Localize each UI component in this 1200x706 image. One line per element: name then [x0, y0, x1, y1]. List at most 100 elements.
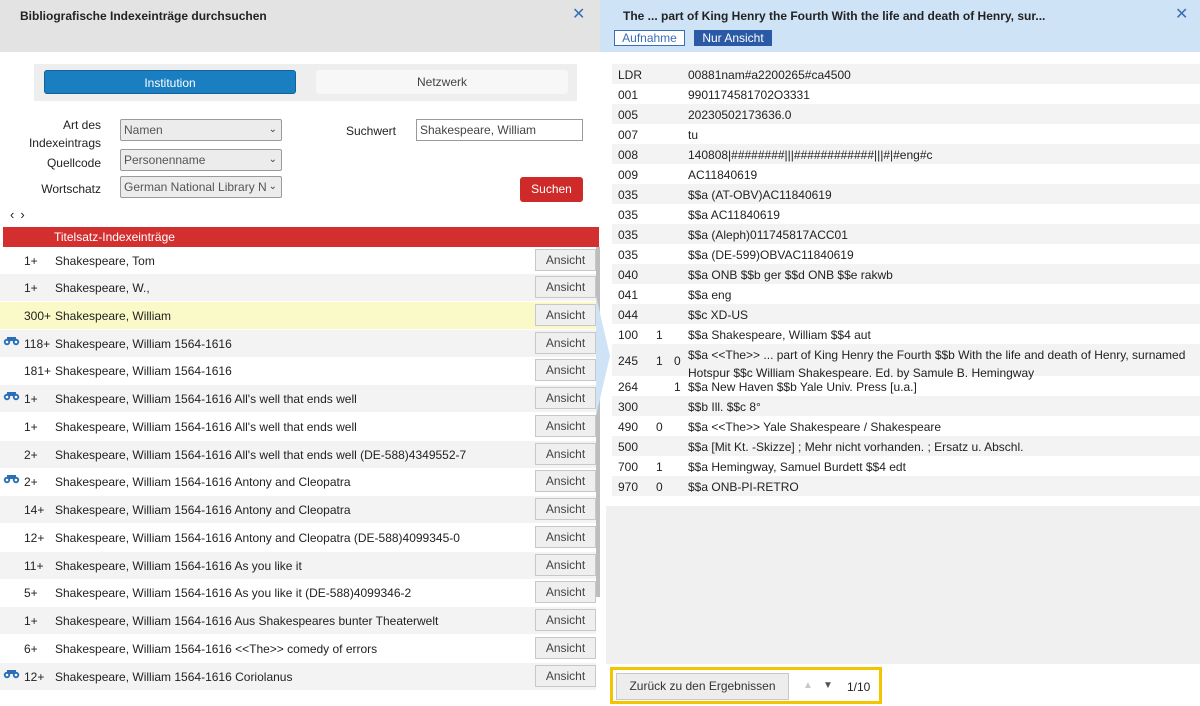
entry-term[interactable]: Shakespeare, William 1564-1616 As you li… [55, 559, 302, 573]
search-value-input[interactable] [416, 119, 583, 141]
tab-institution[interactable]: Institution [44, 70, 296, 94]
field-tag: LDR [618, 68, 643, 82]
entry-term[interactable]: Shakespeare, William 1564-1616 All's wel… [55, 420, 357, 434]
entry-term[interactable]: Shakespeare, William 1564-1616 [55, 337, 232, 351]
field-value: AC11840619 [688, 168, 758, 182]
vocabulary-select[interactable]: German National Library Na ⌄ [120, 176, 282, 198]
list-item[interactable]: 1+ Shakespeare, William 1564-1616 All's … [0, 385, 596, 412]
entry-term[interactable]: Shakespeare, William 1564-1616 Coriolanu… [55, 670, 292, 684]
marc-field: 264 1 $$a New Haven $$b Yale Univ. Press [… [612, 376, 1200, 396]
field-tag: 700 [618, 460, 639, 474]
view-button[interactable]: Ansicht [535, 554, 596, 576]
list-item[interactable]: 2+ Shakespeare, William 1564-1616 All's … [0, 441, 596, 468]
entry-term[interactable]: Shakespeare, W., [55, 281, 150, 295]
view-button[interactable]: Ansicht [535, 609, 596, 631]
field-tag: 500 [618, 440, 639, 454]
marc-field: 035 $$a (DE-599)OBVAC11840619 [612, 244, 1200, 264]
prev-arrow-icon[interactable]: ‹ [10, 207, 20, 222]
tab-network[interactable]: Netzwerk [316, 70, 568, 94]
index-search-panel: Bibliografische Indexeinträge durchsuche… [0, 0, 600, 706]
marc-field: 001 9901174581702O3331 [612, 84, 1200, 104]
view-button[interactable]: Ansicht [535, 387, 596, 409]
list-item[interactable]: 12+ Shakespeare, William 1564-1616 Anton… [0, 524, 596, 551]
entry-term[interactable]: Shakespeare, William 1564-1616 Antony an… [55, 475, 351, 489]
view-button[interactable]: Ansicht [535, 637, 596, 659]
view-button[interactable]: Ansicht [535, 415, 596, 437]
entry-term[interactable]: Shakespeare, William 1564-1616 Aus Shake… [55, 614, 438, 628]
list-item[interactable]: 11+ Shakespeare, William 1564-1616 As yo… [0, 552, 596, 579]
marc-field: 245 1 0 $$a <<The>> ... part of King Henry … [612, 344, 1200, 380]
view-only-button[interactable]: Nur Ansicht [694, 30, 772, 46]
entry-count: 6+ [24, 642, 38, 656]
search-button[interactable]: Suchen [520, 177, 583, 202]
list-header: Titelsatz-Indexeinträge [3, 227, 599, 247]
view-button[interactable]: Ansicht [535, 443, 596, 465]
list-item[interactable]: 14+ Shakespeare, William 1564-1616 Anton… [0, 496, 596, 523]
next-record-icon[interactable]: ▼ [823, 680, 833, 691]
view-button[interactable]: Ansicht [535, 665, 596, 687]
indicator-2: 0 [674, 354, 681, 368]
view-button[interactable]: Ansicht [535, 581, 596, 603]
list-item[interactable]: 181+ Shakespeare, William 1564-1616 Ansi… [0, 357, 596, 384]
entry-term[interactable]: Shakespeare, William 1564-1616 Antony an… [55, 531, 460, 545]
index-type-select[interactable]: Namen ⌄ [120, 119, 282, 141]
view-button[interactable]: Ansicht [535, 470, 596, 492]
previous-record-icon[interactable]: ▲ [803, 680, 813, 691]
binoculars-icon[interactable] [3, 668, 20, 682]
list-item[interactable]: 1+ Shakespeare, William 1564-1616 Aus Sh… [0, 607, 596, 634]
entry-term[interactable]: Shakespeare, William [55, 309, 171, 323]
view-button[interactable]: Ansicht [535, 359, 596, 381]
record-button[interactable]: Aufnahme [614, 30, 685, 46]
view-button[interactable]: Ansicht [535, 498, 596, 520]
entry-count: 1+ [24, 614, 38, 628]
list-item[interactable]: 5+ Shakespeare, William 1564-1616 As you… [0, 579, 596, 606]
field-tag: 008 [618, 148, 639, 162]
view-button[interactable]: Ansicht [535, 332, 596, 354]
entry-term[interactable]: Shakespeare, William 1564-1616 As you li… [55, 586, 411, 600]
field-value: 9901174581702O3331 [688, 88, 810, 102]
list-item[interactable]: 300+ Shakespeare, William Ansicht [0, 302, 596, 329]
index-type-label: Art des Indexeintrags [28, 118, 101, 150]
marc-field: 008 140808|########|||############|||#|#e… [612, 144, 1200, 164]
entry-count: 118+ [24, 337, 51, 351]
field-tag: 044 [618, 308, 639, 322]
marc-field: 035 $$a (Aleph)011745817ACC01 [612, 224, 1200, 244]
entry-term[interactable]: Shakespeare, William 1564-1616 All's wel… [55, 392, 357, 406]
field-value: $$a AC11840619 [688, 208, 780, 222]
marc-field: 500 $$a [Mit Kt. -Skizze] ; Mehr nicht vo… [612, 436, 1200, 456]
record-empty-area [606, 506, 1200, 664]
entry-count: 12+ [24, 670, 45, 684]
list-item[interactable]: 12+ Shakespeare, William 1564-1616 Corio… [0, 663, 596, 690]
list-item[interactable]: 1+ Shakespeare, W., Ansicht [0, 274, 596, 301]
entry-term[interactable]: Shakespeare, William 1564-1616 <<The>> c… [55, 642, 377, 656]
view-button[interactable]: Ansicht [535, 276, 596, 298]
entry-term[interactable]: Shakespeare, Tom [55, 254, 155, 268]
source-code-select[interactable]: Personenname ⌄ [120, 149, 282, 171]
view-button[interactable]: Ansicht [535, 249, 596, 271]
indicator-1: 0 [656, 480, 663, 494]
list-item[interactable]: 118+ Shakespeare, William 1564-1616 Ansi… [0, 330, 596, 357]
list-item[interactable]: 1+ Shakespeare, Tom Ansicht [0, 247, 596, 274]
binoculars-icon[interactable] [3, 390, 20, 404]
list-item[interactable]: 1+ Shakespeare, William 1564-1616 All's … [0, 413, 596, 440]
view-button[interactable]: Ansicht [535, 526, 596, 548]
field-value: $$a New Haven $$b Yale Univ. Press [u.a.… [688, 380, 917, 394]
list-item[interactable]: 2+ Shakespeare, William 1564-1616 Antony… [0, 468, 596, 495]
scope-toggle: Institution Netzwerk [34, 64, 577, 101]
indicator-1: 1 [656, 354, 663, 368]
field-tag: 009 [618, 168, 639, 182]
binoculars-icon[interactable] [3, 473, 20, 487]
marc-field: 041 $$a eng [612, 284, 1200, 304]
entry-term[interactable]: Shakespeare, William 1564-1616 Antony an… [55, 503, 351, 517]
field-tag: 035 [618, 208, 639, 222]
back-to-results-button[interactable]: Zurück zu den Ergebnissen [616, 673, 789, 700]
view-button[interactable]: Ansicht [535, 304, 596, 326]
close-icon[interactable]: ✕ [572, 6, 585, 24]
entry-term[interactable]: Shakespeare, William 1564-1616 All's wel… [55, 448, 466, 462]
list-item[interactable]: 6+ Shakespeare, William 1564-1616 <<The>… [0, 635, 596, 662]
close-icon[interactable]: ✕ [1175, 6, 1188, 24]
entry-term[interactable]: Shakespeare, William 1564-1616 [55, 364, 232, 378]
binoculars-icon[interactable] [3, 335, 20, 349]
next-arrow-icon[interactable]: › [20, 207, 30, 222]
marc-field: 700 1 $$a Hemingway, Samuel Burdett $$4 ed… [612, 456, 1200, 476]
